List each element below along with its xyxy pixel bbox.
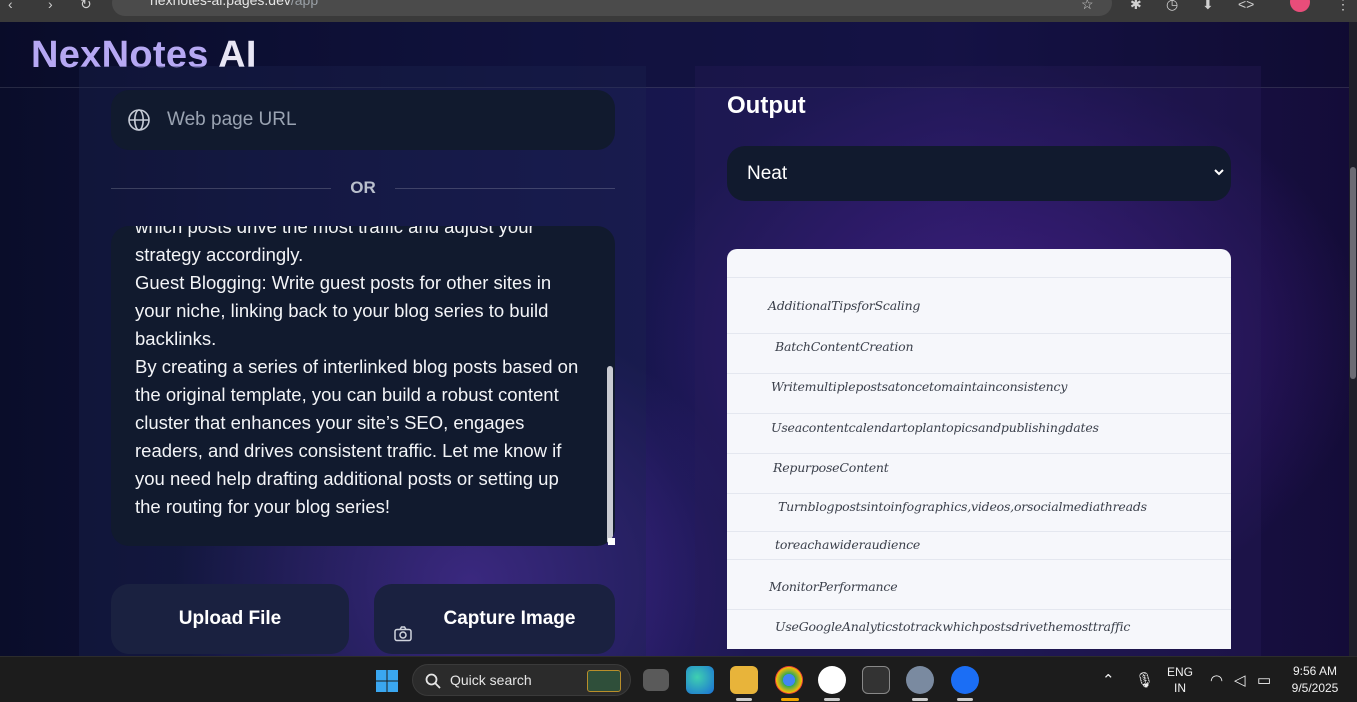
resize-handle-icon[interactable] — [608, 538, 615, 545]
camera-icon — [394, 626, 412, 642]
output-format-select[interactable]: Neat — [727, 146, 1231, 201]
devtools-icon[interactable]: <> — [1238, 0, 1254, 12]
language-code: ENG — [1166, 665, 1193, 679]
url-path: /app — [290, 0, 319, 8]
text-input-content[interactable]: which posts drive the most traffic and a… — [135, 226, 585, 521]
ruled-line — [727, 493, 1231, 494]
output-format-value: Neat — [747, 163, 788, 184]
note-line: RepurposeContent — [773, 460, 889, 475]
capture-image-label: Capture Image — [443, 608, 576, 629]
divider-line — [395, 188, 615, 189]
windows-taskbar: Quick search ⌃ 🎙 ENG IN ◠ ◁ ▭ 9:56 AM 9/… — [0, 656, 1357, 702]
note-line: Writemultiplepostsatoncetomaintainconsis… — [771, 379, 1068, 394]
reload-icon[interactable]: ↻ — [80, 0, 92, 13]
history-icon[interactable]: ◷ — [1166, 0, 1178, 13]
globe-icon — [128, 109, 150, 131]
windows-start-icon[interactable] — [375, 669, 399, 693]
note-line: UseGoogleAnalyticstotrackwhichpostsdrive… — [775, 619, 1131, 634]
settings-gear-icon[interactable] — [906, 666, 934, 694]
battery-icon[interactable]: ▭ — [1257, 671, 1271, 689]
language-indicator[interactable]: ENG IN — [1164, 665, 1196, 695]
note-line: BatchContentCreation — [775, 339, 914, 354]
ruled-line — [727, 373, 1231, 374]
capture-image-button[interactable]: Capture Image — [374, 584, 615, 654]
note-line: MonitorPerformance — [769, 579, 898, 594]
file-explorer-icon[interactable] — [730, 666, 758, 694]
page-scrollbar[interactable] — [1349, 22, 1357, 656]
taskbar-search[interactable]: Quick search — [412, 664, 631, 696]
microphone-icon[interactable]: 🎙 — [1135, 671, 1154, 689]
chrome-browser-icon[interactable] — [775, 666, 803, 694]
ruled-line — [727, 609, 1231, 610]
ruled-line — [727, 413, 1231, 414]
or-divider: OR — [111, 178, 615, 198]
clock-time: 9:56 AM — [1292, 664, 1338, 678]
upload-file-button[interactable]: Upload File — [111, 584, 349, 654]
bookmark-star-icon[interactable]: ☆ — [1081, 0, 1094, 13]
note-line: Turnblogpostsintoinfographics,videos,ors… — [778, 499, 1147, 514]
extensions-icon[interactable]: ✱ — [1130, 0, 1142, 13]
textarea-scrollbar-thumb[interactable] — [607, 366, 613, 544]
download-icon[interactable]: ⬇ — [1202, 0, 1214, 13]
chevron-down-icon — [1214, 169, 1224, 176]
ruled-line — [727, 277, 1231, 278]
note-line: Useacontentcalendartoplantopicsandpublis… — [771, 420, 1099, 435]
url-input[interactable] — [167, 90, 597, 150]
edge-browser-icon[interactable] — [686, 666, 714, 694]
profile-avatar[interactable] — [1290, 0, 1310, 12]
menu-icon[interactable]: ⋮ — [1336, 0, 1350, 13]
note-line: AdditionalTipsforScaling — [768, 298, 921, 313]
url-host: nexnotes-ai.pages.dev — [150, 0, 291, 8]
forward-icon[interactable]: › — [48, 0, 53, 12]
taskbar-search-label: Quick search — [450, 672, 532, 688]
clock-date: 9/5/2025 — [1291, 681, 1339, 695]
running-indicator — [912, 698, 928, 701]
task-view-icon[interactable] — [643, 669, 669, 691]
ruled-line — [727, 453, 1231, 454]
textarea-scrollbar[interactable] — [607, 228, 613, 544]
stock-widget-icon[interactable] — [587, 670, 621, 692]
ruled-line — [727, 333, 1231, 334]
ruled-line — [727, 559, 1231, 560]
note-line: toreachawideraudience — [775, 537, 921, 552]
running-indicator — [957, 698, 973, 701]
url-input-box[interactable] — [111, 90, 615, 150]
page-scrollbar-thumb[interactable] — [1350, 167, 1356, 379]
running-indicator — [736, 698, 752, 701]
search-icon — [425, 673, 441, 689]
language-region: IN — [1174, 681, 1186, 695]
app-hexagon-icon[interactable] — [818, 666, 846, 694]
running-indicator — [824, 698, 840, 701]
wifi-icon[interactable]: ◠ — [1210, 671, 1223, 689]
clock[interactable]: 9:56 AM 9/5/2025 — [1282, 664, 1348, 695]
back-icon[interactable]: ‹ — [8, 0, 13, 12]
ruled-line — [727, 531, 1231, 532]
output-notes-paper: AdditionalTipsforScaling BatchContentCre… — [727, 249, 1231, 649]
browser-toolbar: ‹ › ↻ nexnotes-ai.pages.dev/app ☆ ✱ ◷ ⬇ … — [0, 0, 1357, 22]
terminal-icon[interactable] — [862, 666, 890, 694]
volume-icon[interactable]: ◁ — [1234, 671, 1246, 689]
chevron-up-icon[interactable]: ⌃ — [1102, 671, 1115, 689]
text-input-area[interactable]: which posts drive the most traffic and a… — [111, 226, 615, 546]
upload-file-label: Upload File — [178, 608, 282, 629]
zoom-app-icon[interactable] — [951, 666, 979, 694]
address-bar[interactable]: nexnotes-ai.pages.dev/app — [112, 0, 1112, 16]
active-app-indicator — [781, 698, 799, 701]
output-title: Output — [727, 92, 806, 119]
